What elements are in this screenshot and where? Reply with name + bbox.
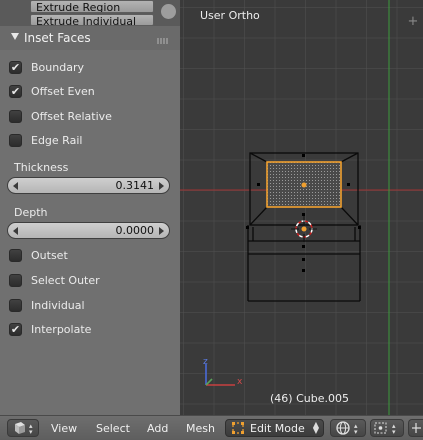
mode-label: Edit Mode [250, 422, 305, 435]
circle-icon[interactable] [160, 3, 177, 20]
offset-even-checkbox[interactable]: ✔ [9, 85, 22, 98]
panel-title: Inset Faces [24, 31, 91, 45]
svg-text:▾: ▾ [354, 428, 358, 436]
operator-history-strip: Extrude Region Extrude Individual [0, 0, 180, 26]
view-name: User Ortho [200, 9, 260, 22]
mode-selector[interactable]: Edit Mode ▲ ▼ [225, 419, 324, 437]
menu-view[interactable]: View [51, 422, 77, 435]
pivot-icon: ▴ ▾ [374, 422, 396, 436]
edge-rail-label: Edge Rail [31, 134, 83, 147]
thickness-label: Thickness [14, 161, 69, 174]
menu-add[interactable]: Add [147, 422, 168, 435]
outset-checkbox[interactable] [9, 249, 22, 262]
menu-select[interactable]: Select [96, 422, 130, 435]
edge-rail-checkbox[interactable] [9, 134, 22, 147]
updown-icon: ▲ ▼ [312, 420, 319, 435]
select-outer-label: Select Outer [31, 274, 100, 287]
operator-extrude-individual[interactable]: Extrude Individual [30, 14, 154, 26]
boundary-label: Boundary [31, 61, 84, 74]
offset-relative-checkbox[interactable] [9, 110, 22, 123]
offset-relative-label: Offset Relative [31, 110, 112, 123]
pivot-point-button[interactable]: ▴ ▾ [370, 419, 404, 437]
axis-gizmo: x z [203, 357, 243, 387]
axis-x-label: x [237, 377, 243, 387]
operator-extrude-region[interactable]: Extrude Region [30, 0, 154, 13]
thickness-value: 0.3141 [115, 179, 155, 192]
edit-mode-icon [232, 422, 244, 434]
svg-text:▾: ▾ [29, 428, 33, 436]
decrement-arrow-icon[interactable] [13, 182, 18, 190]
interpolate-label: Interpolate [31, 323, 92, 336]
depth-label: Depth [14, 206, 48, 219]
svg-text:▾: ▾ [392, 428, 396, 436]
depth-value: 0.0000 [115, 224, 155, 237]
selected-face [266, 161, 342, 208]
operator-panel: Inset Faces ✔ Boundary ✔ Offset Even Off… [0, 26, 180, 415]
increment-arrow-icon[interactable] [159, 227, 164, 235]
outset-label: Outset [31, 249, 68, 262]
viewport-shading-button[interactable]: ▴ ▾ [330, 419, 366, 437]
object-info: (46) Cube.005 [270, 392, 349, 405]
panel-header[interactable]: Inset Faces [0, 26, 180, 50]
cube-icon: ▴ ▾ [15, 422, 33, 436]
editor-type-button[interactable]: ▴ ▾ [7, 419, 39, 437]
increment-arrow-icon[interactable] [159, 182, 164, 190]
depth-field[interactable]: 0.0000 [7, 222, 170, 239]
select-outer-checkbox[interactable] [9, 274, 22, 287]
3d-cursor [291, 216, 317, 242]
transform-manipulator-button[interactable] [408, 419, 423, 437]
collapse-triangle-icon[interactable] [11, 33, 19, 40]
decrement-arrow-icon[interactable] [13, 227, 18, 235]
manipulator-icon [412, 423, 421, 433]
thickness-field[interactable]: 0.3141 [7, 177, 170, 194]
sphere-icon: ▴ ▾ [336, 421, 358, 436]
menu-mesh[interactable]: Mesh [186, 422, 215, 435]
individual-checkbox[interactable] [9, 299, 22, 312]
interpolate-checkbox[interactable]: ✔ [9, 323, 22, 336]
add-plus-icon[interactable]: + [407, 15, 419, 28]
boundary-checkbox[interactable]: ✔ [9, 61, 22, 74]
offset-even-label: Offset Even [31, 85, 95, 98]
3d-view-header: ▴ ▾ View Select Add Mesh Edit Mode ▲ ▼ ▴ … [0, 415, 423, 440]
individual-label: Individual [31, 299, 85, 312]
axis-z-label: z [203, 357, 208, 367]
grip-icon[interactable] [157, 38, 169, 44]
